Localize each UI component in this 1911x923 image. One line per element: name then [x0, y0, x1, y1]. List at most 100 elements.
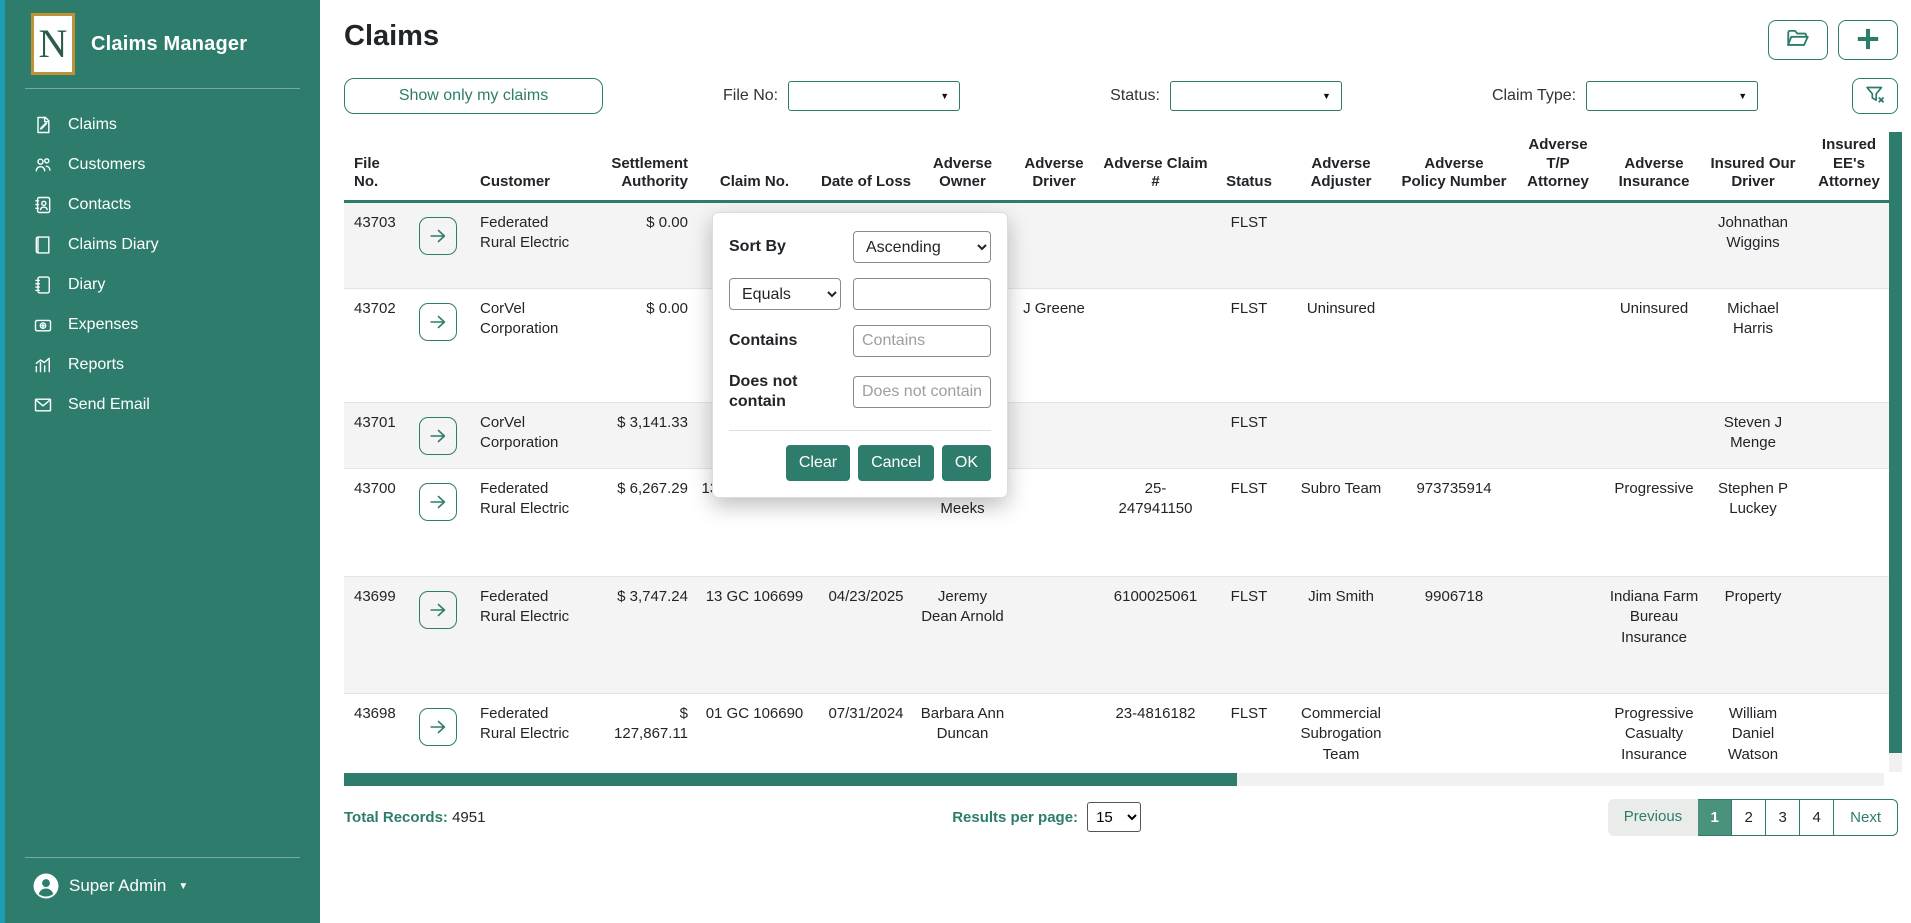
- cell-adverse_tp_attorney: [1511, 577, 1605, 693]
- cancel-button[interactable]: Cancel: [858, 445, 934, 481]
- sidebar-item-reports[interactable]: Reports: [5, 345, 320, 385]
- user-menu[interactable]: Super Admin ▼: [5, 858, 320, 923]
- cell-adverse_tp_attorney: [1511, 289, 1605, 402]
- ok-button[interactable]: OK: [942, 445, 991, 481]
- results-per-page-label: Results per page:: [952, 809, 1078, 826]
- claims-manager-app: N Claims Manager ClaimsCustomersContacts…: [0, 0, 1911, 923]
- claims-table: File No.CustomerSettlement AuthorityClai…: [344, 126, 1895, 786]
- file-no-select[interactable]: ▼: [788, 81, 960, 111]
- column-header-file_no: File No.: [344, 155, 406, 201]
- sidebar-item-label: Claims Diary: [68, 236, 159, 254]
- page-button-4[interactable]: 4: [1800, 799, 1834, 836]
- open-folder-button[interactable]: [1768, 20, 1828, 60]
- sort-order-select[interactable]: Ascending: [853, 231, 991, 263]
- clear-filters-button[interactable]: [1852, 78, 1898, 114]
- table-row: 43702CorVel Corporation$ 0.00J GreeneFLS…: [344, 289, 1895, 403]
- cell-insured_ee_attorney: [1803, 577, 1895, 693]
- cell-adverse_driver: [1010, 469, 1098, 576]
- cell-settlement: $ 6,267.29: [582, 469, 692, 576]
- sort-by-label: Sort By: [729, 237, 841, 257]
- caret-down-icon: ▼: [940, 91, 949, 101]
- equals-value-input[interactable]: [853, 278, 991, 310]
- cell-adverse_insurance: Indiana Farm Bureau Insurance: [1605, 577, 1703, 693]
- cell-file_no: 43703: [344, 203, 406, 288]
- cell-open: [406, 403, 470, 468]
- sidebar-item-send-email[interactable]: Send Email: [5, 385, 320, 425]
- sidebar-item-expenses[interactable]: Expenses: [5, 305, 320, 345]
- cell-adverse_tp_attorney: [1511, 203, 1605, 288]
- operator-select[interactable]: Equals: [729, 278, 841, 310]
- column-header-settlement: Settlement Authority: [582, 155, 692, 201]
- page-button-2[interactable]: 2: [1732, 799, 1766, 836]
- next-page-button[interactable]: Next: [1834, 799, 1898, 836]
- contains-input[interactable]: [853, 325, 991, 357]
- results-per-page-select[interactable]: 15: [1087, 802, 1141, 832]
- cell-status: FLST: [1213, 403, 1285, 468]
- page-button-3[interactable]: 3: [1766, 799, 1800, 836]
- user-avatar-icon: [33, 873, 59, 899]
- cell-adverse_driver: [1010, 403, 1098, 468]
- vertical-scrollbar-thumb[interactable]: [1889, 132, 1902, 753]
- does-not-contain-input[interactable]: [853, 376, 991, 408]
- open-claim-button[interactable]: [419, 303, 457, 341]
- sidebar-item-label: Customers: [68, 156, 145, 174]
- cell-customer: Federated Rural Electric: [470, 469, 582, 576]
- file-no-label: File No:: [723, 87, 778, 105]
- total-records-label: Total Records:: [344, 809, 448, 826]
- show-only-my-claims-button[interactable]: Show only my claims: [344, 78, 603, 114]
- cell-status: FLST: [1213, 694, 1285, 773]
- clear-button[interactable]: Clear: [786, 445, 850, 481]
- cell-settlement: $ 3,141.33: [582, 403, 692, 468]
- cell-adverse_insurance: Progressive: [1605, 469, 1703, 576]
- status-label: Status:: [1110, 87, 1160, 105]
- vertical-scrollbar[interactable]: [1889, 132, 1902, 772]
- plus-icon: [1853, 26, 1883, 55]
- sidebar-item-customers[interactable]: Customers: [5, 145, 320, 185]
- horizontal-scrollbar-thumb[interactable]: [344, 773, 1237, 786]
- table-row: 43699Federated Rural Electric$ 3,747.241…: [344, 577, 1895, 694]
- cell-adverse_claim: [1098, 403, 1213, 468]
- does-not-contain-label: Does not contain: [729, 372, 841, 412]
- cell-insured_our_driver: William Daniel Watson: [1703, 694, 1803, 773]
- table-header-row: File No.CustomerSettlement AuthorityClai…: [344, 126, 1895, 203]
- cell-settlement: $ 0.00: [582, 289, 692, 402]
- column-header-adverse_driver: Adverse Driver: [1010, 155, 1098, 201]
- cell-insured_our_driver: Property: [1703, 577, 1803, 693]
- page-button-1[interactable]: 1: [1698, 799, 1732, 836]
- cell-insured_our_driver: Johnathan Wiggins: [1703, 203, 1803, 288]
- cell-customer: CorVel Corporation: [470, 403, 582, 468]
- column-header-status: Status: [1213, 173, 1285, 200]
- cell-file_no: 43701: [344, 403, 406, 468]
- horizontal-scrollbar[interactable]: [344, 773, 1884, 786]
- cell-adverse_insurance: Uninsured: [1605, 289, 1703, 402]
- sidebar-item-claims[interactable]: Claims: [5, 105, 320, 145]
- add-claim-button[interactable]: [1838, 20, 1898, 60]
- cell-file_no: 43699: [344, 577, 406, 693]
- contains-label: Contains: [729, 331, 841, 351]
- sidebar-item-diary[interactable]: Diary: [5, 265, 320, 305]
- status-select[interactable]: ▼: [1170, 81, 1342, 111]
- cell-adverse_claim: 6100025061: [1098, 577, 1213, 693]
- cell-adverse_policy: [1397, 289, 1511, 402]
- cell-status: FLST: [1213, 289, 1285, 402]
- sidebar-item-label: Contacts: [68, 196, 131, 214]
- open-claim-button[interactable]: [419, 417, 457, 455]
- open-claim-button[interactable]: [419, 591, 457, 629]
- cell-status: FLST: [1213, 577, 1285, 693]
- sidebar-item-label: Reports: [68, 356, 124, 374]
- column-header-insured_our_driver: Insured Our Driver: [1703, 155, 1803, 201]
- previous-page-button[interactable]: Previous: [1608, 799, 1698, 836]
- cell-insured_ee_attorney: [1803, 469, 1895, 576]
- open-claim-button[interactable]: [419, 483, 457, 521]
- table-row: 43698Federated Rural Electric$ 127,867.1…: [344, 694, 1895, 773]
- claim-type-select[interactable]: ▼: [1586, 81, 1758, 111]
- cell-adverse_adjuster: Jim Smith: [1285, 577, 1397, 693]
- open-claim-button[interactable]: [419, 217, 457, 255]
- chevron-down-icon: ▼: [178, 881, 188, 892]
- open-claim-button[interactable]: [419, 708, 457, 746]
- sidebar-item-contacts[interactable]: Contacts: [5, 185, 320, 225]
- cell-adverse_driver: J Greene: [1010, 289, 1098, 402]
- cell-customer: Federated Rural Electric: [470, 203, 582, 288]
- sidebar-item-claims-diary[interactable]: Claims Diary: [5, 225, 320, 265]
- sidebar-item-label: Claims: [68, 116, 117, 134]
